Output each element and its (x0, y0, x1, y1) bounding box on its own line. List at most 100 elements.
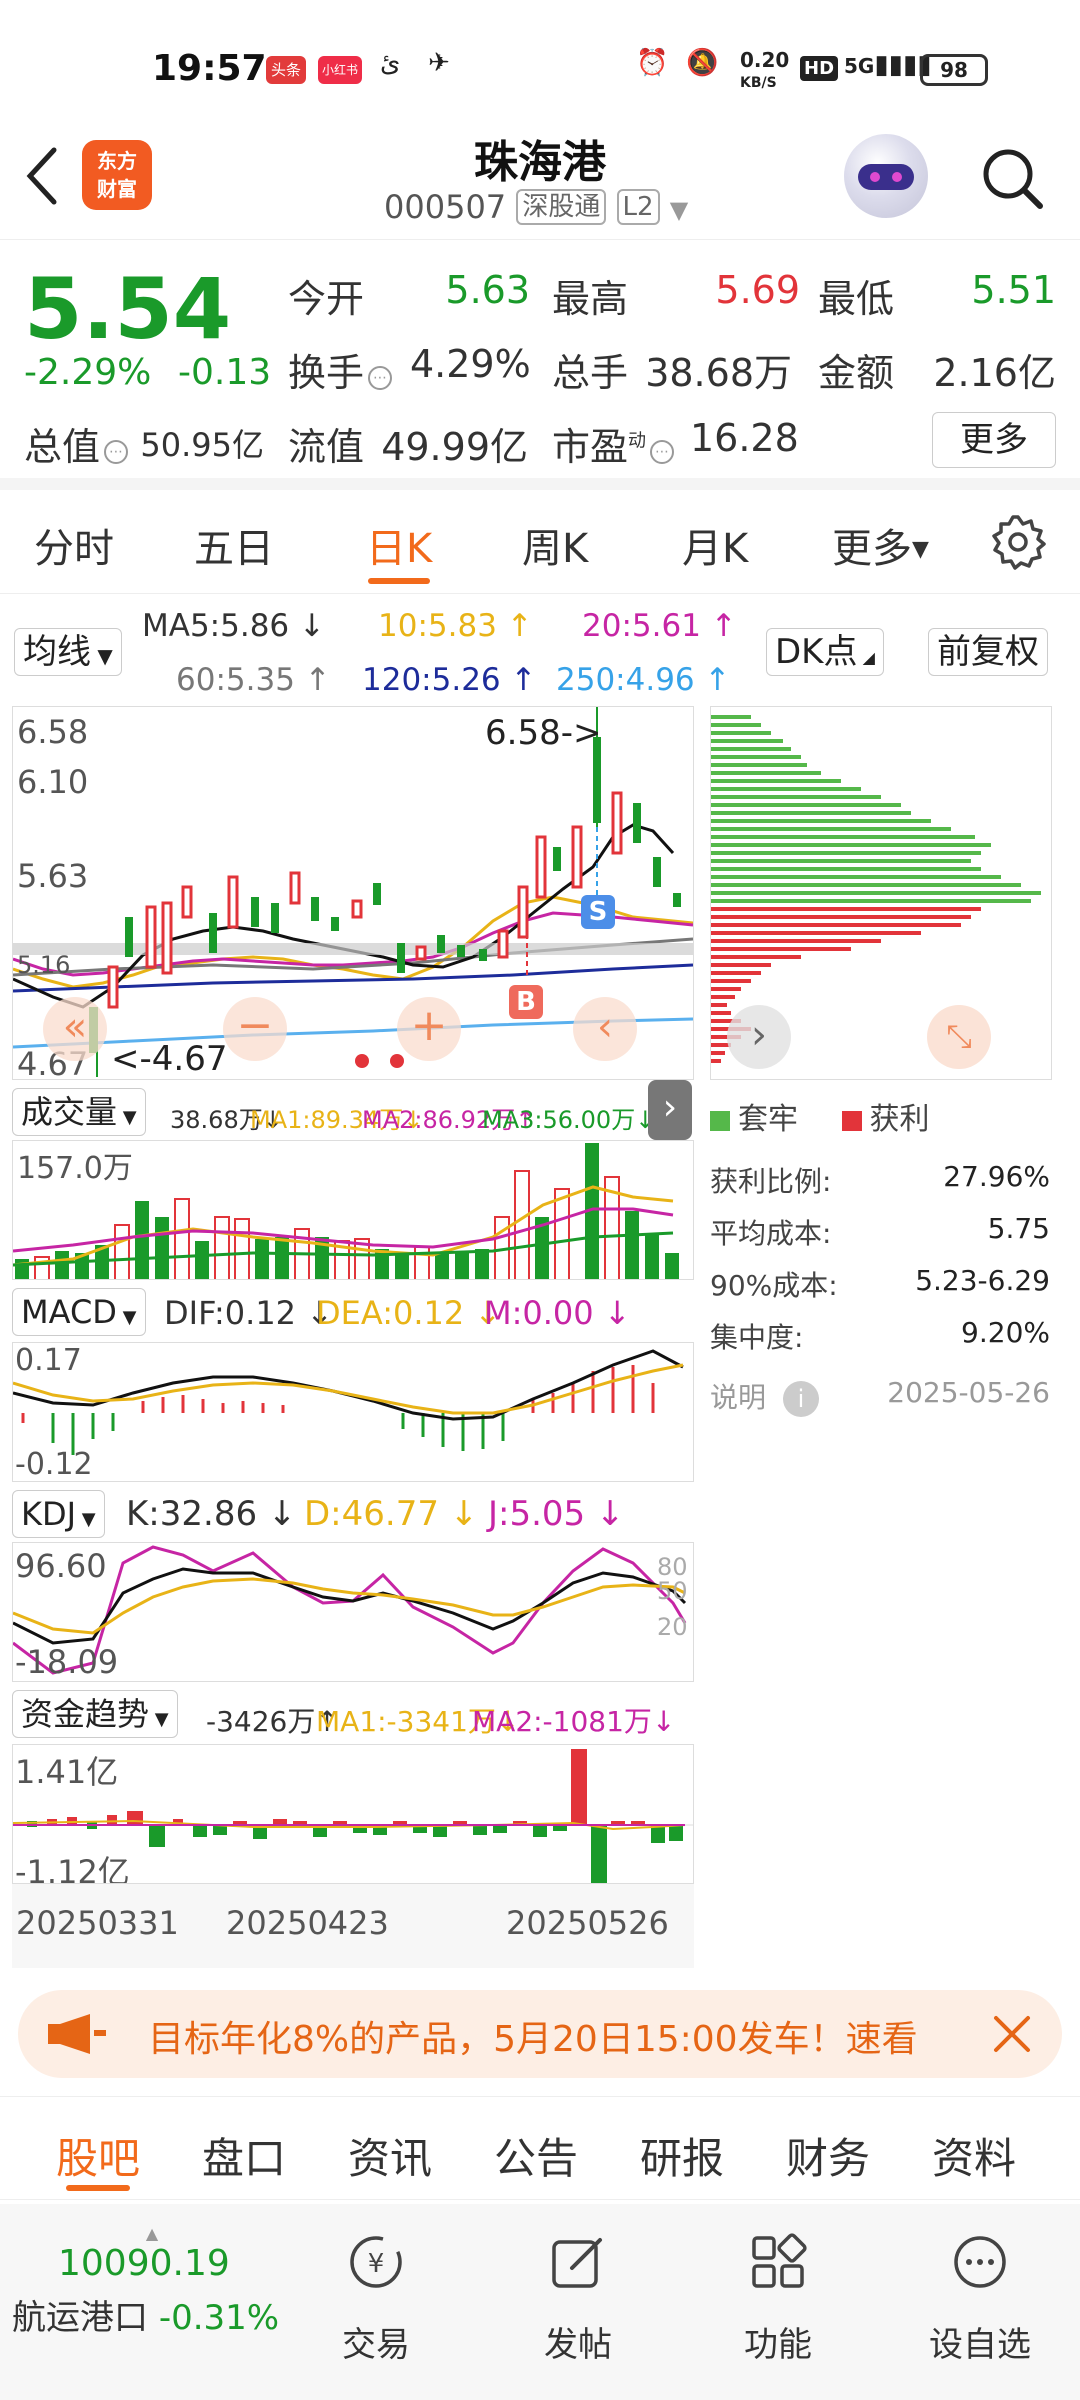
info-icon[interactable]: ⋯ (650, 440, 675, 464)
kdj-level-20: 20 (657, 1613, 688, 1641)
volume-selector[interactable]: 成交量 ▼ (12, 1088, 146, 1136)
svg-text:¥: ¥ (368, 2249, 385, 2279)
promo-banner[interactable]: 目标年化8%的产品，5月20日15:00发车！速看 (18, 1990, 1062, 2078)
robot-avatar-icon[interactable] (844, 134, 928, 218)
kline-y-tick: 6.10 (17, 763, 89, 801)
tab-daily-k[interactable]: 日K (366, 516, 432, 574)
battery-icon: 98 (920, 54, 988, 86)
date-tick: 20250331 (16, 1904, 179, 1942)
tab-financials[interactable]: 财务 (786, 2125, 870, 2186)
tab-news[interactable]: 资讯 (348, 2125, 432, 2186)
tab-orderbook[interactable]: 盘口 (202, 2125, 286, 2186)
more-button[interactable]: 更多 (932, 412, 1056, 468)
amount-label: 金额 (818, 351, 895, 395)
kline-y-tick: 5.63 (17, 857, 89, 895)
trade-button[interactable]: ¥ 交易 (306, 2232, 446, 2366)
stock-code-row: 000507 深股通 L2 ▼ (384, 188, 688, 226)
tab-announcements[interactable]: 公告 (494, 2125, 578, 2186)
caret-down-icon[interactable]: ▼ (670, 196, 688, 224)
macd-selector[interactable]: MACD ▼ (12, 1288, 146, 1336)
high-label: 最高 (552, 277, 629, 321)
zoom-out-icon[interactable]: − (223, 997, 287, 1061)
info-icon[interactable]: i (782, 1381, 819, 1417)
note-row[interactable]: 说明 i 2025-05-26 (710, 1376, 1050, 1417)
expand-icon[interactable]: ⤡ (927, 1005, 991, 1069)
close-icon[interactable] (990, 2012, 1034, 2056)
chip-distribution-chart[interactable]: › ⤡ (710, 706, 1052, 1080)
function-button[interactable]: 功能 (708, 2232, 848, 2366)
scroll-left-icon[interactable]: « (43, 997, 107, 1061)
level-tag: L2 (616, 189, 660, 225)
search-icon[interactable] (978, 144, 1046, 212)
chevron-right-icon[interactable]: › (727, 1005, 791, 1069)
ma20-value: 20:5.61 ↑ (582, 608, 737, 644)
caret-down-icon: ▼ (76, 1509, 96, 1530)
sell-marker[interactable]: S (581, 895, 615, 929)
capital-chart[interactable]: 1.41亿 -1.12亿 (12, 1744, 694, 1884)
kline-chart[interactable]: 6.58 6.10 5.63 5.16 4.67 6.58-> <-4.67 S… (12, 706, 694, 1080)
dk-point-button[interactable]: DK点 ◢ (766, 628, 884, 676)
ma-selector[interactable]: 均线 ▼ (14, 628, 122, 676)
mute-icon: 🔕 (686, 48, 719, 78)
volume-y-tick: 157.0万 (17, 1151, 133, 1186)
high-value: 5.69 (715, 268, 800, 312)
change-amount: -0.13 (178, 352, 272, 393)
volume-chart[interactable]: 157.0万 (12, 1140, 694, 1280)
ma60-value: 60:5.35 ↑ (176, 662, 331, 698)
tab-profile[interactable]: 资料 (932, 2125, 1016, 2186)
info-icon[interactable]: ⋯ (104, 440, 129, 464)
tab-research[interactable]: 研报 (640, 2125, 724, 2186)
kdj-selector[interactable]: KDJ ▼ (12, 1490, 105, 1538)
period-tabs: 分时 五日 日K 周K 月K 更多▼ (0, 490, 1080, 594)
kline-y-tick-top: 6.58 (17, 713, 89, 751)
turnover-value: 4.29% (410, 342, 531, 386)
current-price: 5.54 (24, 260, 232, 358)
active-tab-indicator (368, 578, 430, 584)
net-speed: 0.20 KB/S (740, 48, 790, 91)
tab-more[interactable]: 更多▼ (832, 516, 929, 574)
date-tick: 20250526 (506, 1904, 669, 1942)
tab-weekly-k[interactable]: 周K (522, 516, 588, 574)
float-value: 49.99亿 (381, 425, 528, 469)
open-label: 今开 (288, 277, 365, 321)
tab-forum[interactable]: 股吧 (56, 2125, 140, 2186)
status-bar: 19:57 头条 小红书 ئ ✈ ⏰ 🔕 0.20 KB/S HD 5G▮▮▮▮ … (0, 0, 1080, 120)
tab-intraday[interactable]: 分时 (34, 516, 114, 574)
stock-code: 000507 (384, 188, 507, 226)
pe-value: 16.28 (690, 416, 799, 460)
sector-index[interactable]: ▲ 10090.19 航运港口 -0.31% (12, 2224, 292, 2339)
gear-icon[interactable] (990, 514, 1046, 570)
capital-y-top: 1.41亿 (15, 1753, 119, 1791)
buy-marker[interactable]: B (509, 985, 543, 1019)
volume-ma3: MA3:56.00万↓ (482, 1106, 656, 1134)
caret-down-icon: ▼ (116, 1307, 137, 1328)
status-time: 19:57 (152, 48, 267, 89)
low-label: 最低 (818, 277, 895, 321)
info-icon[interactable]: ⋯ (368, 366, 393, 390)
tab-five-day[interactable]: 五日 (194, 516, 274, 574)
step-left-icon[interactable]: ‹ (573, 997, 637, 1061)
caret-down-icon: ▼ (912, 537, 929, 562)
xiaohongshu-app-icon: 小红书 (318, 56, 362, 84)
turnover-label: 换手 ⋯ (288, 342, 393, 397)
capital-selector[interactable]: 资金趋势 ▼ (12, 1690, 178, 1738)
caret-down-icon: ▼ (117, 1107, 137, 1128)
amount-value: 2.16亿 (933, 351, 1056, 395)
post-button[interactable]: 发帖 (508, 2232, 648, 2366)
macd-chart[interactable]: 0.17 -0.12 (12, 1342, 694, 1482)
active-tab-indicator (66, 2185, 130, 2191)
adjust-button[interactable]: 前复权 (928, 628, 1048, 676)
grid-icon (752, 2233, 807, 2288)
ma250-value: 250:4.96 ↑ (556, 662, 731, 698)
date-tick: 20250423 (226, 1904, 389, 1942)
volume-value: 38.68万 (645, 351, 792, 395)
tab-monthly-k[interactable]: 月K (682, 516, 748, 574)
zoom-in-icon[interactable]: + (397, 997, 461, 1061)
edit-icon (552, 2238, 602, 2288)
expand-panel-icon[interactable]: › (648, 1080, 692, 1140)
kdj-chart[interactable]: 96.60 -18.09 80 50 20 (12, 1542, 694, 1682)
macd-canvas (13, 1349, 684, 1455)
macd-y-bottom: -0.12 (15, 1447, 93, 1482)
change-percent: -2.29% (24, 352, 152, 393)
add-watchlist-button[interactable]: 设自选 (910, 2232, 1050, 2366)
